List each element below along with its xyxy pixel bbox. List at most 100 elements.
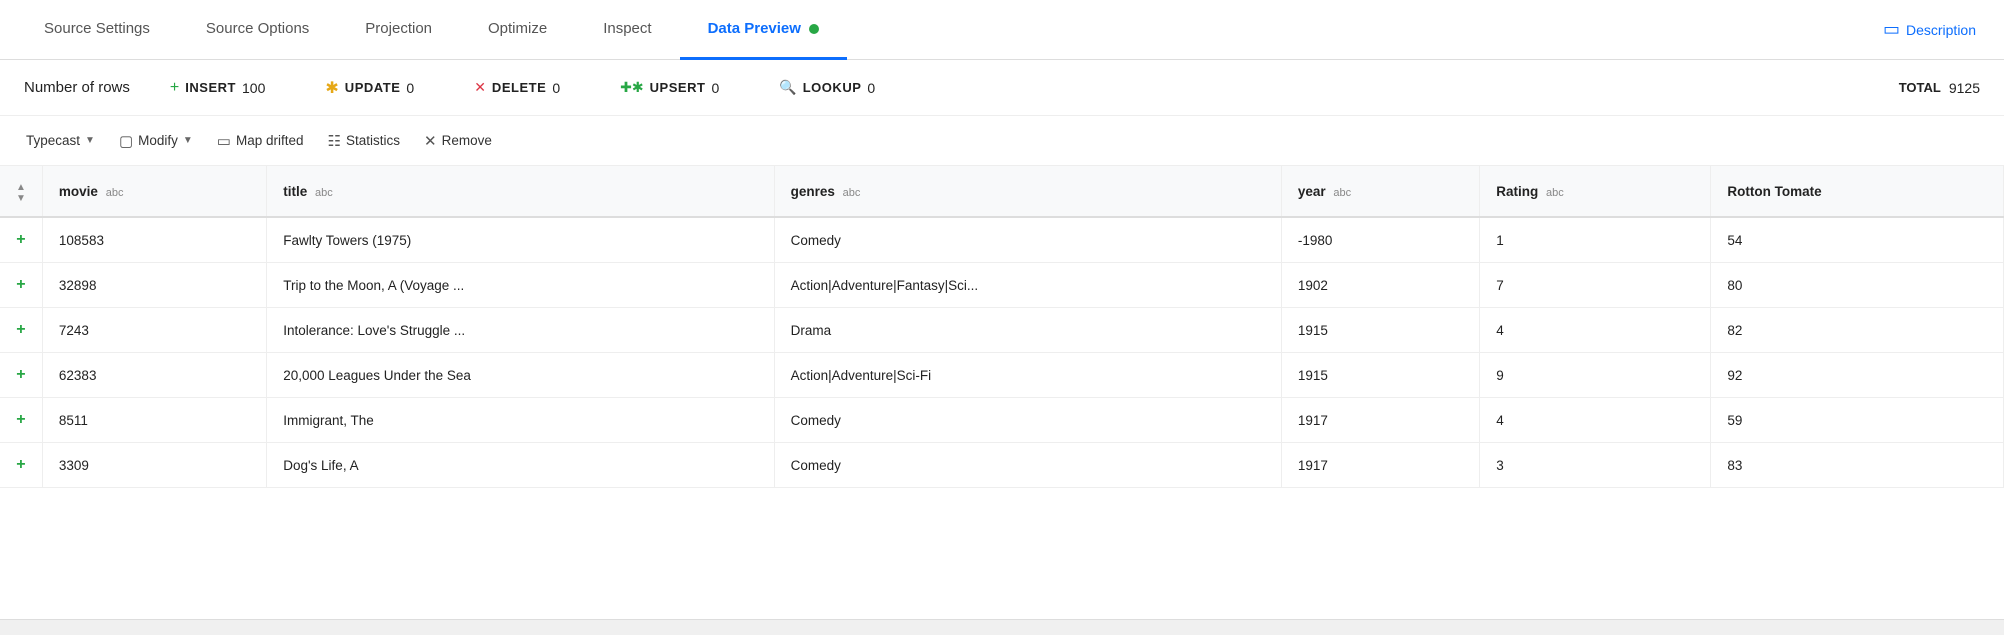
update-icon: ✱	[325, 78, 338, 98]
cell-rotten: 54	[1711, 217, 2004, 263]
add-row-icon[interactable]: +	[16, 411, 25, 428]
table-row: +108583Fawlty Towers (1975)Comedy-198015…	[0, 217, 2004, 263]
col-title-label: title	[283, 184, 307, 199]
col-sort[interactable]: ▲▼	[0, 166, 42, 217]
map-drifted-button[interactable]: ▭ Map drifted	[207, 127, 314, 155]
tab-source-options-label: Source Options	[206, 20, 309, 37]
col-movie-type: abc	[106, 187, 124, 199]
cell-movie: 7243	[42, 308, 266, 353]
cell-genres: Action|Adventure|Sci-Fi	[774, 353, 1281, 398]
update-value: 0	[406, 80, 414, 96]
col-genres[interactable]: genres abc	[774, 166, 1281, 217]
cell-title: Dog's Life, A	[267, 443, 774, 488]
statistics-label: Statistics	[346, 133, 400, 148]
cell-rating: 4	[1480, 398, 1711, 443]
tab-inspect[interactable]: Inspect	[575, 0, 679, 60]
upsert-value: 0	[711, 80, 719, 96]
cell-year: 1915	[1281, 353, 1479, 398]
col-genres-label: genres	[791, 184, 835, 199]
statistics-button[interactable]: ☷ Statistics	[318, 127, 410, 155]
col-rotten-tomatoes-label: Rotton Tomate	[1727, 184, 1821, 199]
stats-delete: ✕ DELETE 0	[474, 79, 560, 96]
lookup-value: 0	[867, 80, 875, 96]
map-drifted-label: Map drifted	[236, 133, 304, 148]
tab-projection-label: Projection	[365, 20, 432, 37]
col-year[interactable]: year abc	[1281, 166, 1479, 217]
cell-movie: 3309	[42, 443, 266, 488]
row-add-cell[interactable]: +	[0, 398, 42, 443]
insert-icon: +	[170, 79, 179, 97]
cell-movie: 32898	[42, 263, 266, 308]
delete-icon: ✕	[474, 79, 486, 96]
cell-rating: 1	[1480, 217, 1711, 263]
stats-number-of-rows-label: Number of rows	[24, 79, 130, 96]
description-label: Description	[1906, 22, 1976, 38]
add-row-icon[interactable]: +	[16, 321, 25, 338]
row-add-cell[interactable]: +	[0, 353, 42, 398]
upsert-key: UPSERT	[650, 80, 706, 95]
lookup-icon: 🔍	[779, 79, 796, 96]
table-row: +8511Immigrant, TheComedy1917459	[0, 398, 2004, 443]
remove-icon: ✕	[424, 132, 437, 150]
row-add-cell[interactable]: +	[0, 217, 42, 263]
col-rating[interactable]: Rating abc	[1480, 166, 1711, 217]
row-add-cell[interactable]: +	[0, 308, 42, 353]
cell-genres: Comedy	[774, 398, 1281, 443]
modify-chevron-icon: ▼	[183, 135, 193, 146]
remove-button[interactable]: ✕ Remove	[414, 127, 502, 155]
cell-rating: 9	[1480, 353, 1711, 398]
row-add-cell[interactable]: +	[0, 443, 42, 488]
upsert-icon: ✚✱	[620, 79, 643, 96]
col-title[interactable]: title abc	[267, 166, 774, 217]
top-nav: Source Settings Source Options Projectio…	[0, 0, 2004, 60]
table-row: +6238320,000 Leagues Under the SeaAction…	[0, 353, 2004, 398]
cell-genres: Comedy	[774, 217, 1281, 263]
data-table-container: ▲▼ movie abc title abc genres abc year a…	[0, 166, 2004, 619]
cell-rotten: 83	[1711, 443, 2004, 488]
add-row-icon[interactable]: +	[16, 456, 25, 473]
add-row-icon[interactable]: +	[16, 231, 25, 248]
col-genres-type: abc	[843, 187, 861, 199]
modify-button[interactable]: ▢ Modify ▼	[109, 127, 203, 155]
insert-value: 100	[242, 80, 265, 96]
add-row-icon[interactable]: +	[16, 276, 25, 293]
description-button[interactable]: ▭ Description	[1871, 0, 1988, 59]
stats-update: ✱ UPDATE 0	[325, 78, 414, 98]
tab-inspect-label: Inspect	[603, 20, 651, 37]
description-icon: ▭	[1883, 19, 1900, 40]
cell-title: Immigrant, The	[267, 398, 774, 443]
typecast-button[interactable]: Typecast ▼	[16, 128, 105, 153]
row-add-cell[interactable]: +	[0, 263, 42, 308]
stats-lookup: 🔍 LOOKUP 0	[779, 79, 875, 96]
table-header-row: ▲▼ movie abc title abc genres abc year a…	[0, 166, 2004, 217]
cell-title: Intolerance: Love's Struggle ...	[267, 308, 774, 353]
modify-label: Modify	[138, 133, 178, 148]
tab-source-settings-label: Source Settings	[44, 20, 150, 37]
typecast-chevron-icon: ▼	[85, 135, 95, 146]
tab-projection[interactable]: Projection	[337, 0, 460, 60]
table-row: +3309Dog's Life, AComedy1917383	[0, 443, 2004, 488]
tab-data-preview-label: Data Preview	[708, 20, 801, 37]
add-row-icon[interactable]: +	[16, 366, 25, 383]
col-title-type: abc	[315, 187, 333, 199]
table-row: +7243Intolerance: Love's Struggle ...Dra…	[0, 308, 2004, 353]
tab-optimize[interactable]: Optimize	[460, 0, 575, 60]
total-key: TOTAL	[1899, 80, 1941, 95]
col-movie[interactable]: movie abc	[42, 166, 266, 217]
stats-upsert: ✚✱ UPSERT 0	[620, 79, 719, 96]
tab-source-settings[interactable]: Source Settings	[16, 0, 178, 60]
cell-rating: 3	[1480, 443, 1711, 488]
cell-movie: 62383	[42, 353, 266, 398]
tab-data-preview[interactable]: Data Preview	[680, 0, 847, 60]
tab-source-options[interactable]: Source Options	[178, 0, 337, 60]
total-value: 9125	[1949, 80, 1980, 96]
remove-label: Remove	[442, 133, 492, 148]
tab-optimize-label: Optimize	[488, 20, 547, 37]
insert-key: INSERT	[185, 80, 236, 95]
table-row: +32898Trip to the Moon, A (Voyage ...Act…	[0, 263, 2004, 308]
cell-title: Fawlty Towers (1975)	[267, 217, 774, 263]
horizontal-scrollbar[interactable]	[0, 619, 2004, 635]
cell-movie: 108583	[42, 217, 266, 263]
cell-genres: Comedy	[774, 443, 1281, 488]
col-rotten-tomatoes[interactable]: Rotton Tomate	[1711, 166, 2004, 217]
